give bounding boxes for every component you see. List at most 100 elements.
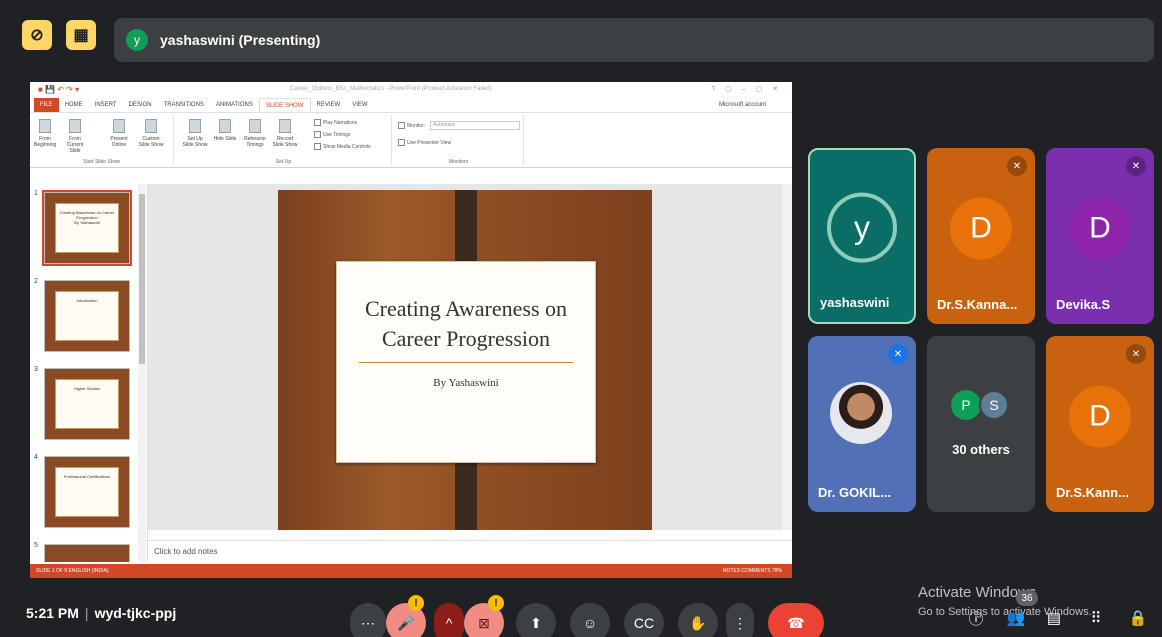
participant-name: Dr.S.Kann... — [1056, 485, 1129, 500]
thumbnail-4[interactable]: 4 Professional Certifications — [34, 454, 134, 528]
thumbnail-2[interactable]: 2 Introduction — [34, 278, 134, 352]
mini-avatar: P — [951, 390, 981, 420]
meeting-info: 5:21 PM | wyd-tjkc-ppj — [26, 605, 177, 621]
avatar: y — [827, 192, 897, 263]
use-timings-check[interactable]: Use Timings — [314, 131, 351, 138]
tab-file[interactable]: FILE — [34, 98, 59, 112]
window-controls-icon: ? ▢ – ▢ ✕ — [711, 86, 782, 93]
people-count-badge: 36 — [1016, 590, 1038, 606]
play-narrations-check[interactable]: Play Narrations — [314, 119, 357, 126]
layout-icon[interactable]: ▦ — [66, 20, 96, 50]
tab-home[interactable]: HOME — [59, 98, 89, 112]
account-label[interactable]: Microsoft account — [719, 102, 766, 108]
thumbnail-number: 5 — [34, 542, 38, 549]
raise-hand-button[interactable]: ✋ — [678, 603, 718, 637]
more-options-left-icon[interactable]: ⋯ — [350, 603, 386, 637]
show-media-check[interactable]: Show Media Controls — [314, 143, 371, 150]
present-online-button[interactable]: Present Online — [106, 119, 132, 148]
thumbnail-title: Creating Awareness on Career Progression — [59, 210, 115, 220]
from-beginning-button[interactable]: From Beginning — [32, 119, 58, 148]
meeting-code[interactable]: wyd-tjkc-ppj — [95, 605, 177, 621]
tab-slide-show[interactable]: SLIDE SHOW — [258, 98, 311, 112]
chat-icon[interactable]: ▤ — [1044, 608, 1064, 628]
participant-tile-kanna[interactable]: ✕ D Dr.S.Kanna... — [927, 148, 1035, 324]
thumbnail-title: Higher Studies — [73, 386, 101, 391]
mic-off-icon: ✕ — [1126, 156, 1146, 176]
ppt-window-title: Career_Options_BSc_Mathematics - PowerPo… — [290, 86, 492, 92]
presenting-bar: y yashaswini (Presenting) — [114, 18, 1154, 62]
activities-icon[interactable]: ⠿ — [1086, 608, 1106, 628]
emoji-button[interactable]: ☺ — [570, 603, 610, 637]
participant-tile-yashaswini[interactable]: y yashaswini — [808, 148, 916, 324]
presenter-view-check[interactable]: Use Presenter View — [398, 139, 451, 146]
status-right[interactable]: NOTES COMMENTS 78% — [723, 564, 782, 578]
thumbnail-5[interactable]: 5 — [34, 542, 134, 562]
thumbnail-1[interactable]: 1 Creating Awareness on Career Progressi… — [34, 190, 134, 266]
participant-tile-gokil[interactable]: ✕ Dr. GOKIL... — [808, 336, 916, 512]
end-call-button[interactable]: ☎ — [768, 603, 824, 637]
captions-button[interactable]: CC — [624, 603, 664, 637]
tab-design[interactable]: DESIGN — [123, 98, 158, 112]
thumbnail-number: 3 — [34, 366, 38, 373]
thumbnail-3[interactable]: 3 Higher Studies — [34, 366, 134, 440]
custom-show-button[interactable]: Custom Slide Show — [138, 119, 164, 148]
participant-tile-devika[interactable]: ✕ D Devika.S — [1046, 148, 1154, 324]
setup-show-button[interactable]: Set Up Slide Show — [182, 119, 208, 148]
tab-review[interactable]: REVIEW — [311, 98, 347, 112]
thumbnail-title: Professional Certifications — [63, 474, 111, 479]
host-controls-icon[interactable]: 🔒 — [1128, 608, 1148, 628]
ribbon-group-setup: Set Up Slide Show Hide Slide Rehearse Ti… — [176, 115, 392, 165]
avatar: D — [1069, 197, 1131, 260]
warning-badge: ! — [488, 595, 504, 611]
participant-name: Devika.S — [1056, 297, 1111, 312]
setup-group-label: Set Up — [275, 159, 292, 165]
avatar: D — [950, 197, 1012, 260]
tab-transitions[interactable]: TRANSITIONS — [158, 98, 210, 112]
editor-scrollbar[interactable] — [782, 184, 792, 530]
participant-name: yashaswini — [820, 295, 890, 310]
thumbnail-sub: By Yashaswini — [74, 220, 100, 225]
presenting-label: yashaswini (Presenting) — [160, 32, 321, 48]
info-icon[interactable]: ⓘ — [966, 608, 986, 628]
tab-insert[interactable]: INSERT — [89, 98, 123, 112]
others-count: 30 others — [952, 442, 1010, 457]
slide-editor: Creating Awareness on Career Progression… — [148, 184, 792, 530]
presenter-avatar: y — [126, 29, 148, 51]
hide-slide-button[interactable]: Hide Slide — [212, 119, 238, 142]
shared-screen: ■ 💾 ↶ ↷ ▾ Career_Options_BSc_Mathematics… — [30, 82, 792, 578]
people-icon[interactable]: 👥 — [1006, 608, 1026, 628]
meet-window: ⊘ ▦ y yashaswini (Presenting) ■ 💾 ↶ ↷ ▾ … — [0, 0, 1162, 637]
tab-animations[interactable]: ANIMATIONS — [210, 98, 259, 112]
thumbnail-number: 4 — [34, 454, 38, 461]
slide-byline: By Yashaswini — [433, 377, 499, 389]
ribbon-group-start: From Beginning From Current Slide Presen… — [30, 115, 174, 165]
pin-off-icon[interactable]: ⊘ — [22, 20, 52, 50]
mic-off-icon: ✕ — [888, 344, 908, 364]
chevron-up-icon[interactable]: ^ — [434, 603, 464, 637]
mic-off-icon: ✕ — [1126, 344, 1146, 364]
slide-title: Creating Awareness on Career Progression — [337, 294, 595, 354]
tab-view[interactable]: VIEW — [346, 98, 373, 112]
thumbnail-scrollbar[interactable] — [138, 184, 146, 562]
from-current-button[interactable]: From Current Slide — [62, 119, 88, 154]
thumbnail-title: Introduction — [76, 298, 98, 303]
slide-title-line-2: Career Progression — [381, 326, 550, 351]
record-button[interactable]: Record Slide Show — [272, 119, 298, 148]
quick-access-icon: ■ 💾 ↶ ↷ ▾ — [38, 85, 80, 94]
rehearse-button[interactable]: Rehearse Timings — [242, 119, 268, 148]
monitor-select[interactable]: Automatic — [430, 121, 520, 130]
ppt-title-bar: ■ 💾 ↶ ↷ ▾ Career_Options_BSc_Mathematics… — [30, 82, 792, 98]
avatar: D — [1069, 385, 1131, 448]
present-button[interactable]: ⬆ — [516, 603, 556, 637]
ppt-status-bar: SLIDE 1 OF 9 ENGLISH (INDIA) NOTES COMME… — [30, 564, 792, 578]
clock: 5:21 PM — [26, 605, 79, 621]
more-options-icon[interactable]: ⋮ — [726, 603, 754, 637]
notes-pane[interactable]: Click to add notes — [148, 540, 792, 562]
current-slide[interactable]: Creating Awareness on Career Progression… — [278, 190, 652, 530]
participant-tile-others[interactable]: P S 30 others — [927, 336, 1035, 512]
thumbnail-number: 2 — [34, 278, 38, 285]
participant-tile-kann2[interactable]: ✕ D Dr.S.Kann... — [1046, 336, 1154, 512]
participant-name: Dr. GOKIL... — [818, 485, 891, 500]
status-left: SLIDE 1 OF 9 ENGLISH (INDIA) — [36, 568, 109, 574]
warning-badge: ! — [408, 595, 424, 611]
